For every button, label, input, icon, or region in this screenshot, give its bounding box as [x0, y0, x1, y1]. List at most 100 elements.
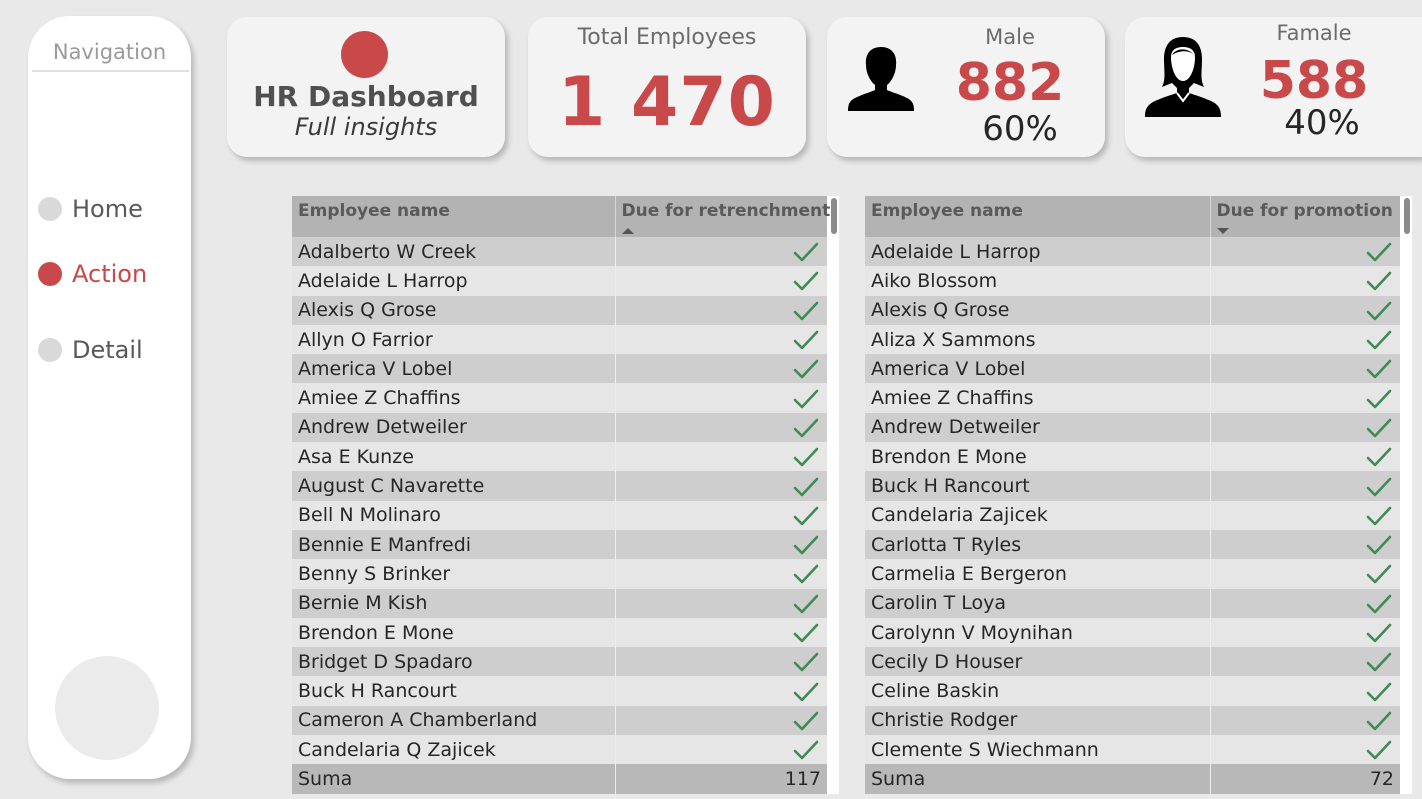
employee-name-cell: Adelaide L Harrop [865, 237, 1210, 267]
employee-name-cell: Bennie E Manfredi [292, 529, 615, 560]
column-header-employee-name[interactable]: Employee name [292, 196, 615, 237]
checkmark-icon [1366, 389, 1392, 408]
employee-name-cell: Bell N Molinaro [292, 500, 615, 530]
checkmark-icon [1366, 682, 1392, 701]
table-row[interactable]: Alexis Q Grose [292, 295, 827, 325]
status-cell [614, 383, 827, 413]
checkmark-icon [793, 506, 819, 526]
dashboard-subtitle: Full insights [294, 113, 438, 141]
nav-item-home[interactable]: Home [38, 195, 143, 223]
table-row[interactable]: Asa E Kunze [292, 442, 827, 472]
status-cell [614, 237, 827, 267]
status-cell [614, 588, 827, 618]
table-row[interactable]: America V Lobel [292, 354, 827, 384]
table-row[interactable]: Bernie M Kish [292, 588, 827, 618]
table-row[interactable]: Bell N Molinaro [292, 500, 827, 530]
status-cell [614, 442, 827, 472]
column-header-due-retrenchment[interactable]: Due for retrenchment [614, 196, 830, 237]
employee-name-cell: Buck H Rancourt [865, 471, 1210, 501]
status-cell [614, 354, 827, 384]
female-percent: 40% [1284, 103, 1360, 143]
employee-name-cell: Bernie M Kish [292, 588, 615, 618]
table-row[interactable]: Andrew Detweiler [865, 412, 1400, 443]
employee-name-cell: Cameron A Chamberland [292, 705, 615, 736]
table-row[interactable]: Andrew Detweiler [292, 412, 827, 443]
navigation-panel: Navigation Home Action Detail [28, 16, 191, 779]
table-row[interactable]: Clemente S Wiechmann [865, 735, 1400, 765]
status-cell [1209, 559, 1400, 589]
dashboard-title: HR Dashboard [253, 80, 479, 113]
table-row[interactable]: Buck H Rancourt [865, 471, 1400, 501]
table-row[interactable]: Amiee Z Chaffins [292, 383, 827, 413]
table-row[interactable]: America V Lobel [865, 354, 1400, 384]
employee-name-cell: Clemente S Wiechmann [865, 735, 1210, 765]
nav-item-detail[interactable]: Detail [38, 336, 143, 364]
scrollbar[interactable] [1404, 198, 1410, 234]
status-cell [1209, 588, 1400, 618]
checkmark-icon [1366, 740, 1392, 760]
logo-dot [341, 31, 388, 78]
total-value: 72 [1209, 764, 1400, 794]
nav-detail-dot [38, 338, 62, 362]
checkmark-icon [793, 652, 819, 672]
table-row[interactable]: Brendon E Mone [292, 617, 827, 648]
column-header-due-promotion[interactable]: Due for promotion [1209, 196, 1400, 237]
table-row[interactable]: Carolin T Loya [865, 588, 1400, 618]
employee-name-cell: Buck H Rancourt [292, 676, 615, 706]
column-header-label: Due for promotion [1216, 201, 1393, 221]
total-employees-label: Total Employees [577, 25, 757, 50]
status-cell [1209, 647, 1400, 677]
employee-name-cell: Andrew Detweiler [865, 412, 1210, 443]
table-row[interactable]: Adelaide L Harrop [292, 266, 827, 296]
table-row[interactable]: Adelaide L Harrop [865, 237, 1400, 267]
employee-name-cell: Candelaria Q Zajicek [292, 735, 615, 765]
status-cell [614, 617, 827, 648]
table-row[interactable]: Carmelia E Bergeron [865, 559, 1400, 589]
table-row[interactable]: Buck H Rancourt [292, 676, 827, 706]
table-row[interactable]: Candelaria Zajicek [865, 500, 1400, 530]
table-row[interactable]: Aliza X Sammons [865, 324, 1400, 355]
employee-name-cell: Benny S Brinker [292, 559, 615, 589]
status-cell [1209, 412, 1400, 443]
total-row: Suma 72 [865, 764, 1400, 794]
table-row[interactable]: Bennie E Manfredi [292, 529, 827, 560]
status-cell [1209, 237, 1400, 267]
table-row[interactable]: August C Navarette [292, 471, 827, 501]
table-row[interactable]: Aiko Blossom [865, 266, 1400, 296]
employee-name-cell: Andrew Detweiler [292, 412, 615, 443]
nav-bottom-button[interactable] [55, 656, 159, 760]
status-cell [614, 647, 827, 677]
nav-action-dot [38, 262, 62, 286]
table-row[interactable]: Bridget D Spadaro [292, 647, 827, 677]
table-row[interactable]: Carolynn V Moynihan [865, 617, 1400, 648]
column-header-label: Due for retrenchment [621, 201, 831, 221]
status-cell [1209, 383, 1400, 413]
employee-name-cell: Candelaria Zajicek [865, 500, 1210, 530]
table-row[interactable]: Cecily D Houser [865, 647, 1400, 677]
total-label: Suma [865, 764, 1210, 794]
checkmark-icon [1366, 565, 1392, 584]
table-row[interactable]: Celine Baskin [865, 676, 1400, 706]
status-cell [614, 500, 827, 530]
nav-item-action[interactable]: Action [38, 260, 147, 288]
table-row[interactable]: Amiee Z Chaffins [865, 383, 1400, 413]
table-row[interactable]: Benny S Brinker [292, 559, 827, 589]
checkmark-icon [793, 740, 819, 760]
employee-name-cell: Carlotta T Ryles [865, 529, 1210, 560]
table-row[interactable]: Brendon E Mone [865, 442, 1400, 472]
table-row[interactable]: Carlotta T Ryles [865, 529, 1400, 560]
checkmark-icon [1366, 242, 1392, 262]
employee-name-cell: America V Lobel [865, 354, 1210, 384]
total-employees-card: Total Employees 1 470 [528, 17, 806, 157]
table-row[interactable]: Christie Rodger [865, 705, 1400, 736]
employee-name-cell: Bridget D Spadaro [292, 647, 615, 677]
scrollbar[interactable] [831, 198, 837, 234]
table-row[interactable]: Alexis Q Grose [865, 295, 1400, 325]
table-row[interactable]: Adalberto W Creek [292, 237, 827, 267]
female-card: Famale 588 40% [1125, 17, 1422, 157]
table-row[interactable]: Cameron A Chamberland [292, 705, 827, 736]
column-header-employee-name[interactable]: Employee name [865, 196, 1210, 237]
table-row[interactable]: Allyn O Farrior [292, 324, 827, 355]
table-row[interactable]: Candelaria Q Zajicek [292, 735, 827, 765]
status-cell [1209, 705, 1400, 736]
